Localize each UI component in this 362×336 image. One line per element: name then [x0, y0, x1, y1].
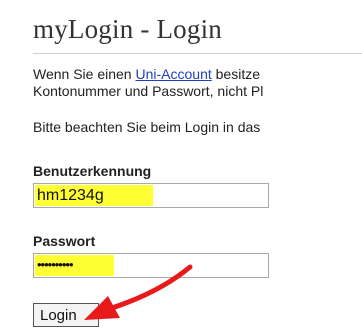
intro-text-line2: Kontonummer und Passwort, nicht Pl — [33, 83, 264, 99]
login-notice-text: Bitte beachten Sie beim Login in das — [33, 119, 261, 135]
intro-text-end: besitze — [211, 66, 260, 82]
intro-text: Wenn Sie einen Uni-Account besitze Konto… — [33, 66, 263, 100]
uni-account-link[interactable]: Uni-Account — [135, 66, 211, 82]
title-divider — [33, 53, 362, 54]
password-value: •••••••••• — [35, 255, 114, 276]
username-value: hm1234g — [35, 185, 153, 206]
password-field[interactable]: •••••••••• — [33, 253, 269, 278]
login-button[interactable]: Login — [33, 303, 99, 327]
page-title: myLogin - Login — [33, 14, 222, 44]
username-field[interactable]: hm1234g — [33, 183, 269, 208]
username-label: Benutzerkennung — [33, 163, 152, 179]
password-label: Passwort — [33, 233, 96, 249]
intro-text-start: Wenn Sie einen — [33, 66, 136, 82]
